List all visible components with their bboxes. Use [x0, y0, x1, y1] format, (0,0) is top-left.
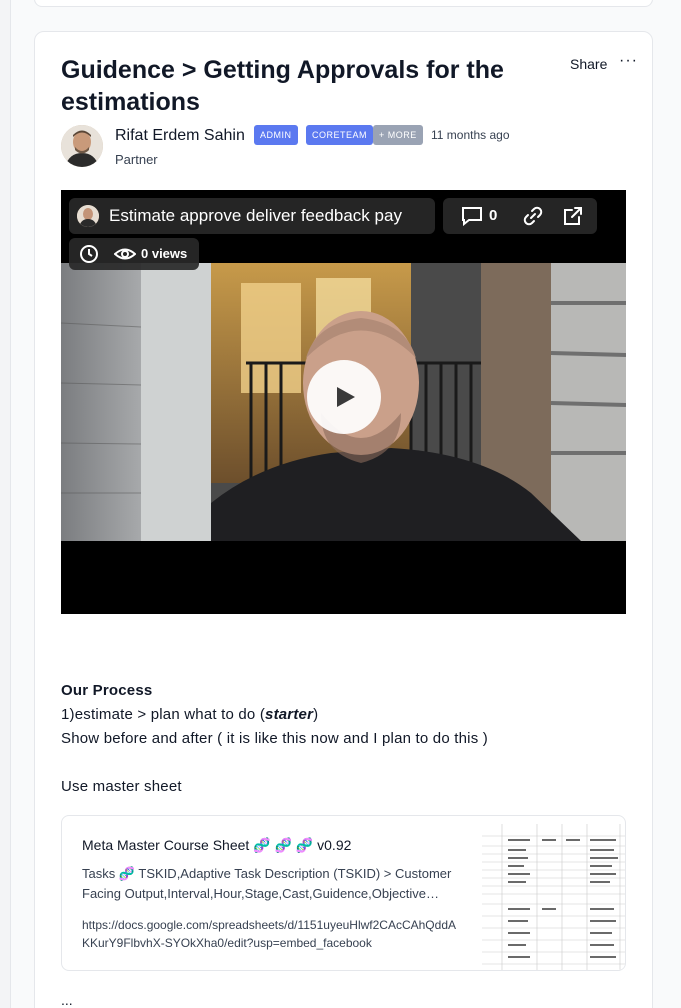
content-line-1-text: 1)estimate > plan what to do (: [61, 706, 266, 723]
comment-count: 0: [489, 207, 498, 224]
video-actions-bar: 0: [443, 198, 597, 234]
author-avatar[interactable]: [61, 125, 103, 167]
content-line-1-suffix: ): [313, 706, 319, 723]
views-count: 0 views: [141, 246, 188, 261]
external-link-icon[interactable]: [562, 205, 584, 232]
content-ellipsis: ...: [61, 992, 73, 1008]
video-stats-bar: 0 views: [69, 238, 199, 270]
content-line-3: Use master sheet: [61, 778, 182, 795]
comment-icon[interactable]: [461, 206, 483, 231]
video-player[interactable]: Estimate approve deliver feedback pay 0: [61, 190, 626, 614]
link-icon[interactable]: [522, 205, 544, 232]
link-preview-card[interactable]: Meta Master Course Sheet 🧬 🧬 🧬 v0.92 Tas…: [61, 815, 626, 971]
badge-more[interactable]: + MORE: [373, 125, 423, 145]
badge-admin: ADMIN: [254, 125, 298, 145]
link-preview-title[interactable]: Meta Master Course Sheet 🧬 🧬 🧬 v0.92: [82, 837, 351, 854]
video-author-avatar: [77, 205, 99, 227]
link-preview-thumbnail: [482, 824, 625, 970]
post-title[interactable]: Guidence > Getting Approvals for the est…: [61, 54, 531, 118]
badge-coreteam: CORETEAM: [306, 125, 374, 145]
post-card: Guidence > Getting Approvals for the est…: [34, 31, 653, 1008]
eye-icon: [113, 245, 137, 268]
share-button[interactable]: Share: [570, 56, 607, 72]
content-line-1-emphasis: starter: [265, 706, 314, 723]
content-line-1: 1)estimate > plan what to do (starter): [61, 706, 318, 723]
content-heading: Our Process: [61, 682, 153, 699]
link-preview-url[interactable]: https://docs.google.com/spreadsheets/d/1…: [82, 916, 462, 952]
video-title-bar: Estimate approve deliver feedback pay: [69, 198, 435, 234]
play-icon: [337, 387, 355, 407]
author-role: Partner: [115, 152, 158, 167]
link-preview-description: Tasks 🧬 TSKID,Adaptive Task Description …: [82, 866, 452, 901]
video-title: Estimate approve deliver feedback pay: [109, 206, 402, 225]
previous-post-card: [34, 0, 653, 7]
clock-icon[interactable]: [79, 244, 99, 269]
content-line-2: Show before and after ( it is like this …: [61, 730, 488, 747]
play-button[interactable]: [307, 360, 381, 434]
author-name[interactable]: Rifat Erdem Sahin: [115, 127, 245, 145]
post-timestamp: 11 months ago: [431, 128, 510, 142]
more-options-button[interactable]: ···: [619, 52, 638, 70]
